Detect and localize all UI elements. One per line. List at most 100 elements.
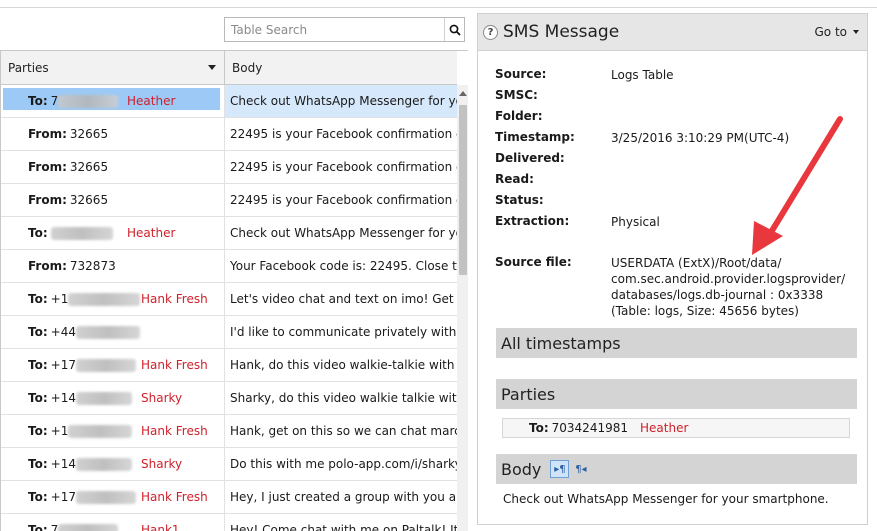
row-contact-name: Heather <box>127 226 176 240</box>
party-text: To: +44 <box>5 325 224 339</box>
table-search-box[interactable] <box>224 17 465 42</box>
panel-title: SMS Message <box>503 22 620 42</box>
message-body-text: Check out WhatsApp Messenger for your sm… <box>503 492 829 506</box>
party-text: To: +17 Hank Fresh <box>5 358 224 372</box>
scroll-up-icon[interactable] <box>459 91 467 96</box>
column-header-body[interactable]: Body <box>225 51 457 84</box>
chevron-down-icon <box>853 30 859 34</box>
cell-parties: To: +44 <box>1 316 225 348</box>
redacted-number <box>50 226 113 240</box>
section-all-timestamps[interactable]: All timestamps <box>496 328 857 358</box>
row-direction: To: <box>28 226 48 240</box>
party-text: To: +17 Hank Fresh <box>5 490 224 504</box>
cell-body: Do this with me polo-app.com/i/sharky-7R <box>230 457 457 471</box>
row-direction: From: <box>28 193 67 207</box>
row-direction: To: <box>28 391 48 405</box>
section-parties[interactable]: Parties <box>496 379 857 409</box>
column-header-parties[interactable]: Parties <box>1 51 225 84</box>
redacted-number <box>68 292 141 306</box>
table-row[interactable]: From: 32665 22495 is your Facebook confirm… <box>1 184 457 217</box>
cell-body: 22495 is your Facebook confirmation code <box>230 160 457 174</box>
party-number: 7034241981 <box>551 421 628 435</box>
cell-body: Hank, get on this so we can chat marco26… <box>230 424 457 438</box>
party-text: To: +14 Sharky <box>5 457 224 471</box>
row-number: 32665 <box>69 160 109 174</box>
table-row[interactable]: To: +1 Hank Fresh Let's video chat and text… <box>1 283 457 316</box>
cell-parties: From: 32665 <box>1 118 225 150</box>
row-contact-name: Hank Fresh <box>141 490 208 504</box>
table-row[interactable]: From: 32665 22495 is your Facebook confirm… <box>1 151 457 184</box>
left-to-right-text-icon[interactable]: ▸¶ <box>550 460 570 478</box>
table-row[interactable]: To: +1 Hank Fresh Hank, get on this so we c… <box>1 415 457 448</box>
redacted-number <box>75 457 132 471</box>
row-direction: To: <box>28 457 48 471</box>
cell-parties: To: 7 Hank1 <box>1 514 225 531</box>
table-vertical-scrollbar[interactable] <box>457 85 468 531</box>
table-row[interactable]: To: 7 Hank1 Hey! Come chat with me on Palta… <box>1 514 457 531</box>
top-divider <box>0 7 877 8</box>
table-row[interactable]: To: +44 I'd like to communicate privately … <box>1 316 457 349</box>
table-row[interactable]: To: +17 Hank Fresh Hey, I just created a gr… <box>1 481 457 514</box>
party-text: To: Heather <box>5 226 224 240</box>
row-contact-name: Sharky <box>141 457 183 471</box>
row-number: 32665 <box>69 193 109 207</box>
section-all-timestamps-label: All timestamps <box>501 333 621 353</box>
cell-parties: To: Heather <box>1 217 225 249</box>
property-key: Delivered: <box>495 151 565 165</box>
cell-body: Hey, I just created a group with you and… <box>230 490 457 504</box>
row-number: 7 <box>50 523 59 531</box>
row-direction: From: <box>28 259 67 273</box>
table-rows: To: 7 Heather Check out WhatsApp Messenger … <box>1 85 457 531</box>
search-button[interactable] <box>444 18 464 41</box>
table-header: Parties Body <box>1 51 457 85</box>
cell-parties: To: +14 Sharky <box>1 382 225 414</box>
party-text: To: +1 Hank Fresh <box>5 292 224 306</box>
party-text: To: 7 Hank1 <box>5 523 224 531</box>
sort-dropdown-icon[interactable] <box>208 65 216 70</box>
cell-body: Hank, do this video walkie-talkie with m… <box>230 358 457 372</box>
cell-body: Check out WhatsApp Messenger for your s <box>230 226 457 240</box>
party-text: To: 7 Heather <box>5 94 224 108</box>
redacted-number <box>68 424 133 438</box>
table-row[interactable]: From: 732873 Your Facebook code is: 22495.… <box>1 250 457 283</box>
help-icon[interactable]: ? <box>483 24 498 40</box>
table-row[interactable]: To: +14 Sharky Do this with me polo-app.com… <box>1 448 457 481</box>
goto-menu-button[interactable]: Go to <box>814 25 859 39</box>
table-row[interactable]: To: 7 Heather Check out WhatsApp Messenger … <box>1 85 457 118</box>
party-direction: To: <box>529 421 549 435</box>
cell-body: 22495 is your Facebook confirmation code <box>230 193 457 207</box>
section-body[interactable]: Body ▸¶ ¶◂ <box>496 454 857 484</box>
row-number: +14 <box>50 457 76 471</box>
party-text: From: 732873 <box>5 259 224 273</box>
cell-parties: To: +1 Hank Fresh <box>1 283 225 315</box>
property-key: Extraction: <box>495 214 570 228</box>
table-row[interactable]: To: Heather Check out WhatsApp Messenger f… <box>1 217 457 250</box>
right-to-left-text-icon[interactable]: ¶◂ <box>573 460 588 478</box>
cell-parties: To: +17 Hank Fresh <box>1 349 225 381</box>
scrollbar-thumb[interactable] <box>459 105 467 275</box>
table-row[interactable]: From: 32665 22495 is your Facebook confirm… <box>1 118 457 151</box>
row-direction: From: <box>28 160 67 174</box>
cell-body: Check out WhatsApp Messenger for your s <box>225 85 457 117</box>
search-icon <box>449 24 461 36</box>
row-contact-name: Hank1 <box>141 523 180 531</box>
row-contact-name: Hank Fresh <box>141 358 208 372</box>
property-key: Source: <box>495 67 547 81</box>
row-number: +1 <box>50 292 69 306</box>
row-direction: To: <box>28 292 48 306</box>
property-key: Status: <box>495 193 544 207</box>
row-number: +44 <box>50 325 76 339</box>
row-direction: To: <box>28 490 48 504</box>
cell-body: Sharky, do this video walkie talkie with… <box>230 391 457 405</box>
property-value: Physical <box>611 215 660 229</box>
row-direction: From: <box>28 127 67 141</box>
table-row[interactable]: To: +14 Sharky Sharky, do this video walkie… <box>1 382 457 415</box>
row-contact-name: Hank Fresh <box>141 424 208 438</box>
table-search-input[interactable] <box>225 18 444 41</box>
cell-parties: From: 732873 <box>1 250 225 282</box>
table-row[interactable]: To: +17 Hank Fresh Hank, do this video walk… <box>1 349 457 382</box>
cell-body: I'd like to communicate privately with y… <box>230 325 457 339</box>
cell-body: Let's video chat and text on imo! Get th… <box>230 292 457 306</box>
row-direction: To: <box>28 325 48 339</box>
property-value: Logs Table <box>611 68 674 82</box>
